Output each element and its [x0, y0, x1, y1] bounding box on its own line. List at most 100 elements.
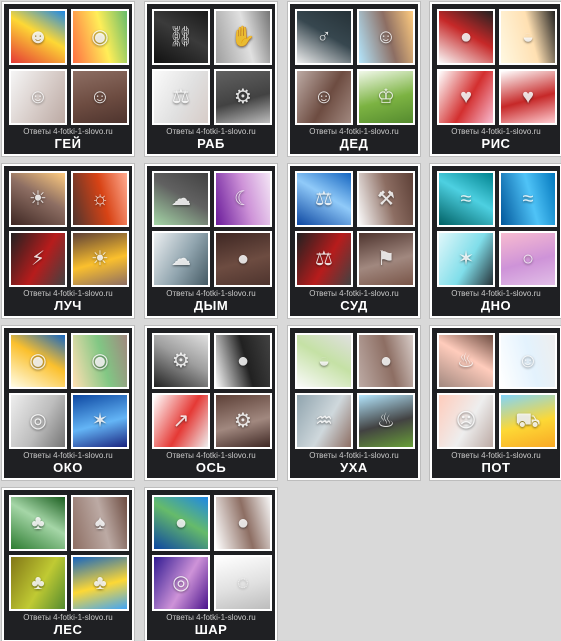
puzzle-photo: ⚒ [357, 171, 415, 227]
lighthouse-icon: ☼ [90, 188, 110, 210]
puzzle-photo: ♥ [499, 69, 557, 125]
puzzle-card[interactable]: ☁ ☾ ☁ ● Ответы 4-fotki-1-slovo.ru ДЫМ [145, 164, 277, 318]
camera-lens-icon: ◎ [29, 410, 47, 432]
puzzle-photo: ☺ [357, 9, 415, 65]
puzzle-photo: ⚖ [152, 69, 210, 125]
glass-bottom-icon: ○ [521, 248, 535, 270]
sweating-man-icon: ☺ [517, 350, 539, 372]
sweater-hanger-icon: ♔ [377, 86, 395, 108]
puzzle-card[interactable]: ◉ ◉ ◎ ✶ Ответы 4-fotki-1-slovo.ru ОКО [2, 326, 134, 480]
watermark-text: Ответы 4-fotki-1-slovo.ru [309, 127, 399, 136]
puzzle-photo: ◉ [71, 9, 129, 65]
puzzle-photo: ✶ [437, 231, 495, 287]
two-men-icon: ☺ [27, 86, 49, 108]
answer-word: ДНО [480, 298, 512, 313]
blue-tree-icon: ♣ [93, 572, 107, 594]
puzzle-photo: ☺ [295, 69, 353, 125]
watermark-text: Ответы 4-fotki-1-slovo.ru [23, 451, 113, 460]
puzzle-card[interactable]: ♣ ♠ ♣ ♣ Ответы 4-fotki-1-slovo.ru ЛЕС [2, 488, 134, 641]
puzzle-card[interactable]: ☻ ◉ ☺ ☺ Ответы 4-fotki-1-slovo.ru ГЕЙ [2, 2, 134, 156]
puzzle-photo: ⚙ [152, 333, 210, 389]
puzzle-photo: ○ [499, 231, 557, 287]
seabed-icon: ≈ [460, 188, 472, 210]
watermark-text: Ответы 4-fotki-1-slovo.ru [451, 289, 541, 298]
puzzle-photo: ⚖ [295, 171, 353, 227]
puzzle-photo: ● [214, 495, 272, 551]
growth-chart-icon: ↗ [172, 410, 190, 432]
puzzle-photo: ♥ [437, 69, 495, 125]
laser-device-icon: ⚡ [30, 248, 46, 270]
puzzle-card[interactable]: ● ● ◎ ◌ Ответы 4-fotki-1-slovo.ru ШАР [145, 488, 277, 641]
puzzle-card[interactable]: ◒ ● ♒ ♨ Ответы 4-fotki-1-slovo.ru УХА [288, 326, 420, 480]
puzzle-photo: ≈ [437, 171, 495, 227]
sushi-rolls-icon: ● [459, 26, 473, 48]
answer-word: ГЕЙ [54, 136, 82, 151]
walnut-balls-icon: ● [236, 512, 250, 534]
puzzle-photo: ☻ [9, 9, 67, 65]
puzzle-photo: ♒ [295, 393, 353, 449]
puzzle-photo: ◒ [499, 9, 557, 65]
puzzle-photo: ☾ [214, 171, 272, 227]
underwater-icon: ≈ [522, 188, 534, 210]
answer-word: ДЫМ [193, 298, 229, 313]
puzzle-photo: ⛟ [499, 393, 557, 449]
puzzle-photo: ✶ [71, 393, 129, 449]
puzzle-grid: ☻ ◉ ☺ ☺ Ответы 4-fotki-1-slovo.ru ГЕЙ ⛓ ✋ ⚖ ⚙ Отве… [0, 0, 561, 641]
two-men-sunglasses-icon: ☺ [89, 86, 111, 108]
answer-word: СУД [340, 298, 368, 313]
answer-word: ОКО [53, 460, 83, 475]
elderly-reading-icon: ☺ [313, 86, 335, 108]
chained-man-icon: ⛓ [168, 26, 194, 48]
puzzle-photo: ≈ [499, 171, 557, 227]
puzzle-card[interactable]: ♂ ☺ ☺ ♔ Ответы 4-fotki-1-slovo.ru ДЕД [288, 2, 420, 156]
puzzle-photo: ♠ [71, 495, 129, 551]
puzzle-photo: ● [152, 495, 210, 551]
puzzle-photo: ♔ [357, 69, 415, 125]
puzzle-photo: ♣ [71, 555, 129, 611]
justice-statue-icon: ⚖ [315, 188, 333, 210]
puzzle-card[interactable]: ≈ ≈ ✶ ○ Ответы 4-fotki-1-slovo.ru ДНО [430, 164, 561, 318]
judge-icon: ⚖ [315, 248, 333, 270]
cosmic-eye-icon: ✶ [91, 410, 109, 432]
puzzle-photo: ⚖ [295, 231, 353, 287]
puzzle-photo: ☺ [71, 69, 129, 125]
coffee-beans-icon: ● [236, 248, 250, 270]
puzzle-photo: ⚙ [214, 393, 272, 449]
puzzle-photo: ♂ [295, 9, 353, 65]
answer-word: УХА [340, 460, 368, 475]
earth-sphere-icon: ● [174, 512, 188, 534]
watermark-text: Ответы 4-fotki-1-slovo.ru [166, 127, 256, 136]
puzzle-card[interactable]: ⚙ ● ↗ ⚙ Ответы 4-fotki-1-slovo.ru ОСЬ [145, 326, 277, 480]
potatoes-icon: ● [379, 350, 393, 372]
campfire-pot-icon: ♨ [377, 410, 395, 432]
watermark-text: Ответы 4-fotki-1-slovo.ru [309, 289, 399, 298]
mossy-forest-icon: ♣ [31, 572, 45, 594]
courtroom-icon: ⚑ [377, 248, 395, 270]
rice-strawberry-icon: ♥ [460, 86, 472, 108]
puzzle-photo: ☁ [152, 171, 210, 227]
ice-hole-icon: ✶ [457, 248, 475, 270]
puzzle-card[interactable]: ☀ ☼ ⚡ ☀ Ответы 4-fotki-1-slovo.ru ЛУЧ [2, 164, 134, 318]
answer-word: ЛУЧ [54, 298, 82, 313]
puzzle-photo: ☹ [437, 393, 495, 449]
puzzle-card[interactable]: ⛓ ✋ ⚖ ⚙ Ответы 4-fotki-1-slovo.ru РАБ [145, 2, 277, 156]
sauna-man-icon: ♨ [457, 350, 475, 372]
puzzle-card[interactable]: ⚖ ⚒ ⚖ ⚑ Ответы 4-fotki-1-slovo.ru СУД [288, 164, 420, 318]
answer-word: ШАР [194, 622, 228, 637]
rainbow-heads-icon: ☻ [27, 26, 49, 48]
puzzle-card[interactable]: ♨ ☺ ☹ ⛟ Ответы 4-fotki-1-slovo.ru ПОТ [430, 326, 561, 480]
taxi-car-icon: ⛟ [515, 410, 541, 432]
puzzle-card[interactable]: ● ◒ ♥ ♥ Ответы 4-fotki-1-slovo.ru РИС [430, 2, 561, 156]
watermark-text: Ответы 4-fotki-1-slovo.ru [23, 127, 113, 136]
woman-eye-icon: ◉ [91, 350, 109, 372]
puzzle-photo: ⛓ [152, 9, 210, 65]
watermark-text: Ответы 4-fotki-1-slovo.ru [23, 289, 113, 298]
puzzle-photo: ● [357, 333, 415, 389]
eye-ornament-icon: ◉ [29, 350, 47, 372]
smoking-woman-icon: ☁ [171, 248, 191, 270]
puzzle-photo: ◒ [295, 333, 353, 389]
puzzle-photo: ♨ [357, 393, 415, 449]
answer-word: ЛЕС [53, 622, 83, 637]
watermark-text: Ответы 4-fotki-1-slovo.ru [166, 613, 256, 622]
puzzle-photo: ◎ [9, 393, 67, 449]
